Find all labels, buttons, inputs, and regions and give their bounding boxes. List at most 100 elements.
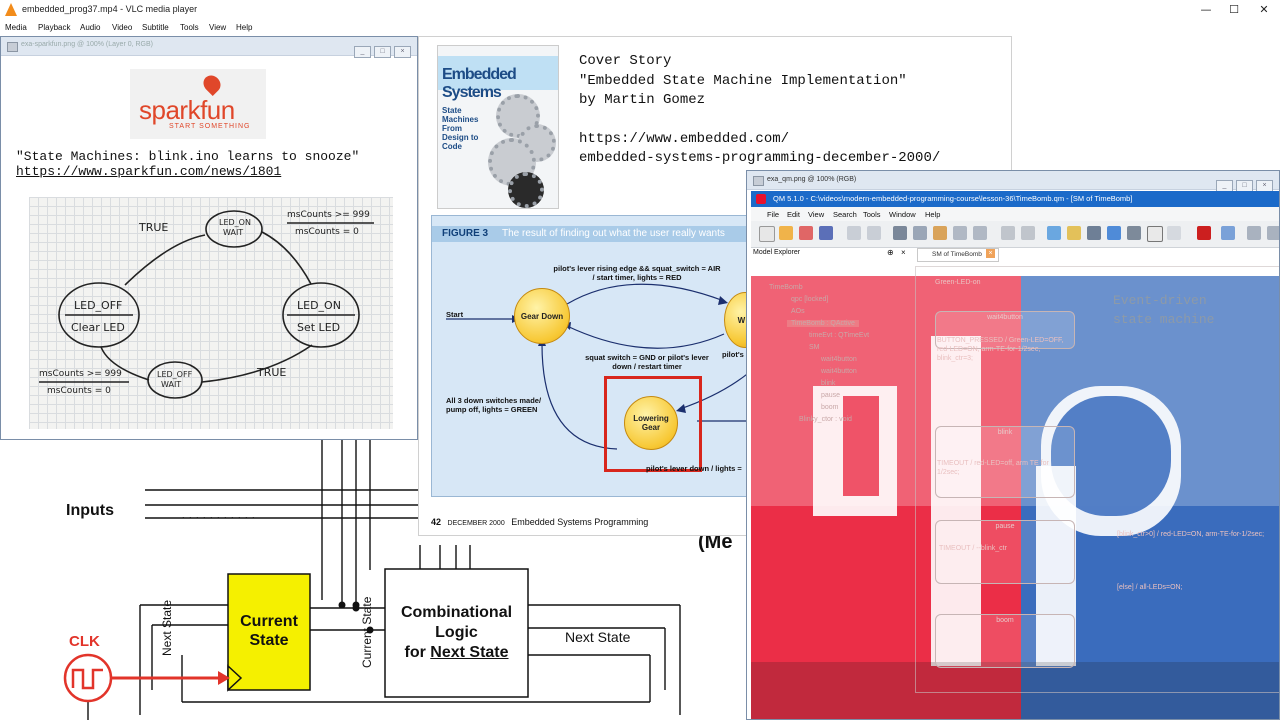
maximize-button[interactable]: □ <box>374 46 391 58</box>
story-url-1[interactable]: https://www.embedded.com/ <box>579 130 940 150</box>
qm-menu-help[interactable]: Help <box>925 210 940 219</box>
qm-menu-edit[interactable]: Edit <box>787 210 800 219</box>
state-boom[interactable]: boom <box>935 614 1075 668</box>
new-file-icon[interactable] <box>759 226 775 242</box>
logic-line-3: for Next State <box>390 643 523 663</box>
sparkfun-url-link[interactable]: https://www.sparkfun.com/news/1801 <box>16 164 281 179</box>
tree-item-timebomb-qactive[interactable]: TimeBomb : QActive <box>787 320 859 327</box>
tree-item-aos[interactable]: AOs <box>791 308 805 315</box>
tree-item-qpc[interactable]: qpc [locked] <box>791 296 828 303</box>
tree-item-boom[interactable]: boom <box>821 404 839 411</box>
cut-icon[interactable] <box>893 226 907 240</box>
edge-label-mid: squat switch = GND or pilot's lever down… <box>585 353 709 371</box>
inputs-dots: . . . . . . . . . . . <box>182 510 256 520</box>
qm-outer-titlebar[interactable]: exa_qm.png @ 100% (RGB) _ □ × <box>747 171 1279 192</box>
qm-menu-window[interactable]: Window <box>889 210 916 219</box>
qm-window-title: QM 5.1.0 - C:\videos\modern-embedded-pro… <box>773 194 1133 203</box>
edge-label-bottom: pilot's lever down / lights = <box>646 464 742 473</box>
image-icon <box>753 176 764 186</box>
properties-icon[interactable] <box>973 226 987 240</box>
recent-icon[interactable] <box>799 226 813 240</box>
tab-sm-of-timebomb[interactable]: SM of TimeBomb × <box>917 248 999 262</box>
footer-publication: Embedded Systems Programming <box>511 517 649 527</box>
grid-icon[interactable] <box>1167 226 1181 240</box>
generate-code-icon[interactable] <box>1197 226 1211 240</box>
undo-icon[interactable] <box>847 226 861 240</box>
menu-tools[interactable]: Tools <box>180 23 199 32</box>
qm-image-window[interactable]: exa_qm.png @ 100% (RGB) _ □ × QM 5.1.0 - C… <box>746 170 1280 720</box>
logic-line-2: Logic <box>435 624 478 641</box>
flame-icon <box>199 71 225 97</box>
tree-item-sm[interactable]: SM <box>809 344 820 351</box>
qm-app-icon <box>756 194 766 204</box>
lock-icon[interactable] <box>1001 226 1015 240</box>
qm-menu-tools[interactable]: Tools <box>863 210 881 219</box>
zoom-icon[interactable] <box>1047 226 1061 240</box>
lock-icon[interactable] <box>1021 226 1035 240</box>
vlc-window-title: embedded_prog37.mp4 - VLC media player <box>22 4 198 14</box>
tree-item-blinky-ctor[interactable]: Blinky_ctor : void <box>799 416 852 423</box>
tree-item-pause[interactable]: pause <box>821 392 840 399</box>
qm-menu-search[interactable]: Search <box>833 210 857 219</box>
story-line-1: Cover Story <box>579 53 672 69</box>
sketch-led-on-2: Set LED <box>297 321 340 334</box>
tree-item-timeevt[interactable]: timeEvt : QTimeEvt <box>809 332 869 339</box>
sparkfun-image-window[interactable]: exa-sparkfun.png @ 100% (Layer 0, RGB) _… <box>0 36 418 440</box>
search-icon[interactable] <box>1067 226 1081 240</box>
settings-icon[interactable] <box>1267 226 1279 240</box>
qm-menu-view[interactable]: View <box>808 210 824 219</box>
open-folder-icon[interactable] <box>779 226 793 240</box>
sm-text-else: [else] / all-LEDs=ON; <box>1117 584 1183 591</box>
tree-item-initial[interactable]: wait4button <box>821 356 857 363</box>
qm-menu-file[interactable]: File <box>767 210 779 219</box>
menu-view[interactable]: View <box>209 23 226 32</box>
tab-close-icon[interactable]: × <box>986 249 995 258</box>
menu-video[interactable]: Video <box>112 23 132 32</box>
close-button[interactable]: × <box>394 46 411 58</box>
save-icon[interactable] <box>819 226 833 240</box>
maximize-button[interactable]: ☐ <box>1220 2 1248 18</box>
close-button[interactable]: ✕ <box>1250 2 1278 18</box>
pointer-icon[interactable] <box>1147 226 1163 242</box>
copy-icon[interactable] <box>913 226 927 240</box>
minimize-button[interactable]: _ <box>354 46 371 58</box>
tree-item-timebomb[interactable]: TimeBomb <box>769 284 803 291</box>
sparkfun-quote: "State Machines: blink.ino learns to sno… <box>16 149 360 164</box>
find-icon[interactable] <box>1087 226 1101 240</box>
redo-icon[interactable] <box>867 226 881 240</box>
sketch-led-off-wait-2: WAIT <box>161 380 181 389</box>
next-state-output-label: Next State <box>565 629 631 645</box>
highlight-box <box>604 376 702 472</box>
story-url-2[interactable]: embedded-systems-programming-december-20… <box>579 149 940 169</box>
hand-drawn-state-diagram: TRUE TRUE LED_ON WAIT LED_OFF WAIT LED_O… <box>29 197 393 429</box>
sm-text-guard: [blink_ctr>0] / red-LED=ON, arm-TE-for-1… <box>1117 531 1265 538</box>
sparkfun-window-titlebar[interactable]: exa-sparkfun.png @ 100% (Layer 0, RGB) _… <box>1 37 417 58</box>
edge-label-left: All 3 down switches made/ pump off, ligh… <box>446 396 542 414</box>
close-icon[interactable]: × <box>901 248 906 257</box>
magazine-subtitle: State Machines From Design to Code <box>442 106 479 151</box>
view-icon[interactable] <box>1107 226 1121 240</box>
sparkfun-logo-word: sparkfun <box>139 95 235 125</box>
layout-icon[interactable] <box>1127 226 1141 240</box>
sketch-led-on-wait-2: WAIT <box>223 228 243 237</box>
download-icon[interactable] <box>1247 226 1261 240</box>
tree-item-wait4button[interactable]: wait4button <box>821 368 857 375</box>
sm-text-button-pressed: BUTTON_PRESSED / Green-LED=OFF, red-LED=… <box>937 337 1064 362</box>
menu-audio[interactable]: Audio <box>80 23 100 32</box>
sketch-led-off-2: Clear LED <box>71 321 125 334</box>
pin-icon[interactable]: ⊕ <box>887 248 894 257</box>
menu-subtitle[interactable]: Subtitle <box>142 23 169 32</box>
paste-icon[interactable] <box>933 226 947 240</box>
tree-item-blink[interactable]: blink <box>821 380 835 387</box>
sketch-led-on-1: LED_ON <box>297 299 341 312</box>
story-line-3: by Martin Gomez <box>579 92 706 108</box>
minimize-button[interactable]: — <box>1192 2 1220 18</box>
menu-media[interactable]: Media <box>5 23 27 32</box>
menu-help[interactable]: Help <box>236 23 252 32</box>
build-icon[interactable] <box>1221 226 1235 240</box>
sketch-cond-top-2: msCounts = 0 <box>295 227 359 237</box>
sparkfun-logo-tagline: START SOMETHING <box>169 123 251 130</box>
menu-playback[interactable]: Playback <box>38 23 70 32</box>
logic-line-1: Combinational <box>400 604 513 621</box>
delete-icon[interactable] <box>953 226 967 240</box>
